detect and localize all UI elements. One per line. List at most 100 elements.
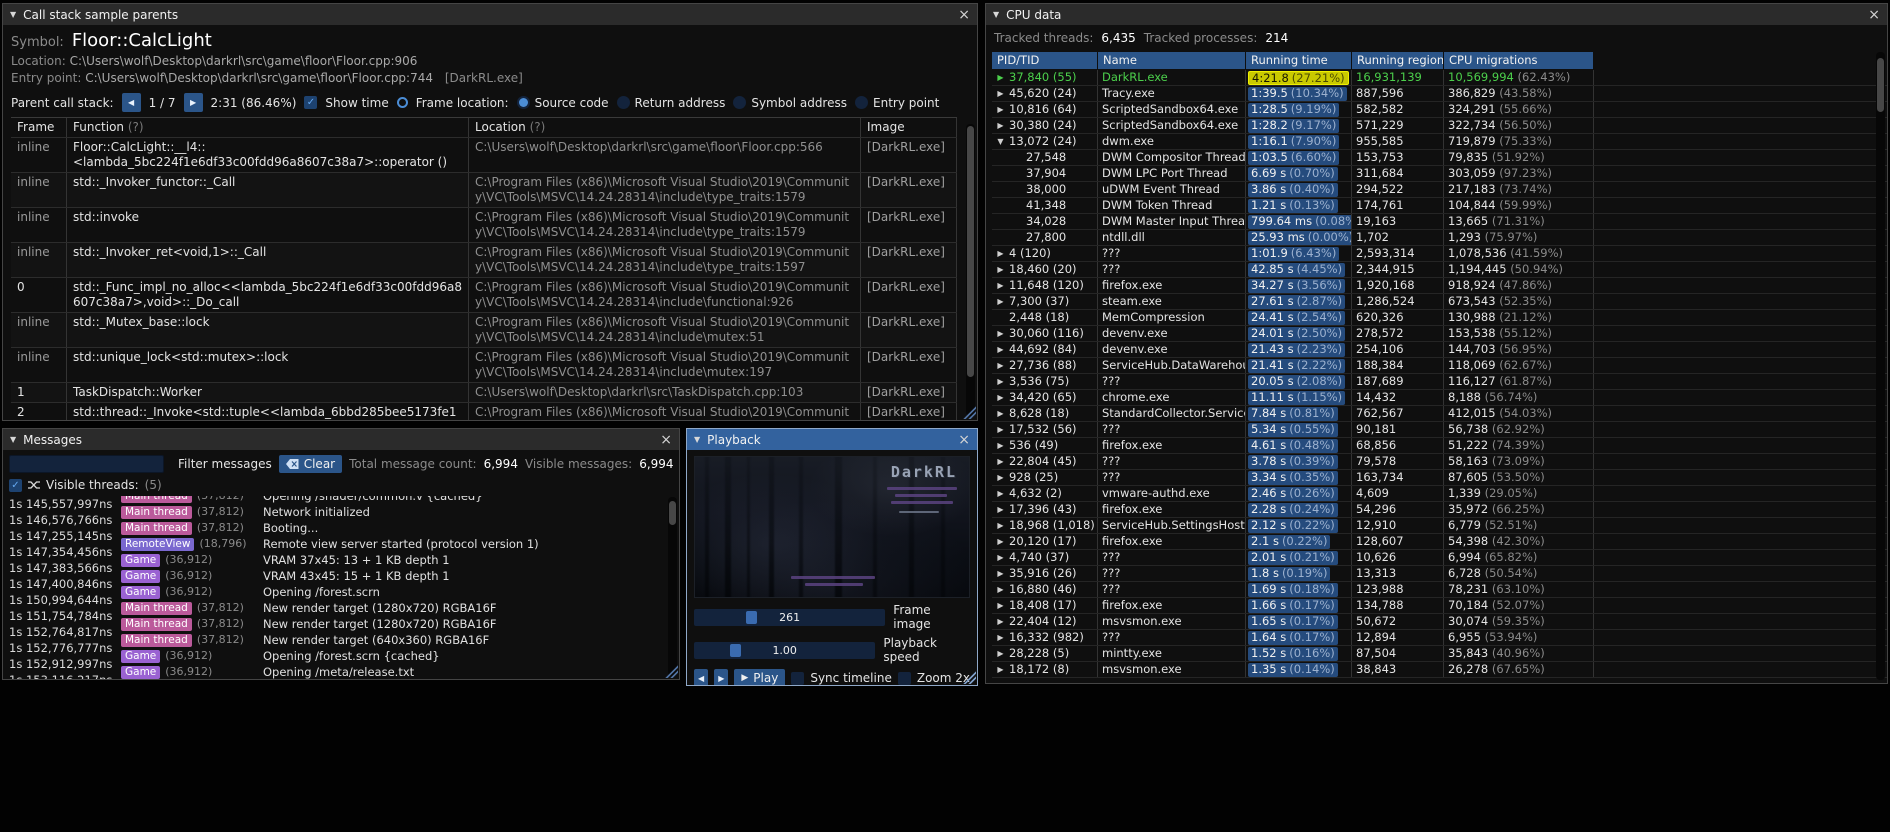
function-cell[interactable]: std::unique_lock<std::mutex>::lock [67, 348, 469, 382]
expand-icon[interactable]: ▶ [995, 646, 1006, 661]
sync-timeline-checkbox[interactable] [791, 671, 805, 685]
playback-speed-slider[interactable]: 1.00 [694, 641, 876, 659]
callstack-scrollbar[interactable] [966, 124, 975, 416]
messages-scrollbar[interactable] [668, 497, 677, 676]
column-header-running-time[interactable]: Running time [1246, 51, 1351, 69]
close-icon[interactable]: × [1868, 8, 1880, 22]
expand-icon[interactable]: ▶ [995, 598, 1006, 613]
resize-grip[interactable] [665, 665, 678, 678]
cpu-row[interactable]: 27,800 ntdll.dll 25.93 ms (0.00%) 1,702 1… [992, 230, 1887, 246]
function-cell[interactable]: std::thread::_Invoke<std::tuple<<lambda_… [67, 403, 469, 420]
expand-icon[interactable]: ▶ [995, 342, 1006, 357]
cpu-row[interactable]: ▶ 35,916 (26) ??? 1.8 s (0.19%) 13,313 6,… [992, 566, 1887, 582]
playback-titlebar[interactable]: ▼ Playback × [687, 429, 977, 450]
cpu-row[interactable]: ▶ 28,228 (5) mintty.exe 1.52 s (0.16%) 87… [992, 646, 1887, 662]
collapse-icon[interactable]: ▼ [10, 435, 16, 444]
scrollbar-thumb[interactable] [1877, 58, 1884, 112]
zoom-2x-checkbox[interactable] [897, 671, 911, 685]
cpu-titlebar[interactable]: ▼ CPU data × [986, 4, 1887, 25]
cpu-row[interactable]: ▶ 27,736 (88) ServiceHub.DataWarehouse 2… [992, 358, 1887, 374]
function-cell[interactable]: std::_Mutex_base::lock [67, 313, 469, 347]
cpu-row[interactable]: ▶ 30,060 (116) devenv.exe 24.01 s (2.50%)… [992, 326, 1887, 342]
expand-icon[interactable]: ▶ [995, 486, 1006, 501]
cpu-row[interactable]: ▶ 18,408 (17) firefox.exe 1.66 s (0.17%) … [992, 598, 1887, 614]
expand-icon[interactable]: ▶ [995, 406, 1006, 421]
cpu-row[interactable]: ▶ 4,740 (37) ??? 2.01 s (0.21%) 10,626 6,… [992, 550, 1887, 566]
column-header-name[interactable]: Name [1098, 51, 1245, 69]
function-cell[interactable]: TaskDispatch::Worker [67, 383, 469, 402]
collapse-icon[interactable]: ▼ [10, 10, 16, 19]
expand-icon[interactable]: ▶ [995, 614, 1006, 629]
expand-icon[interactable]: ▶ [995, 246, 1006, 261]
cpu-row[interactable]: ▶ 3,536 (75) ??? 20.05 s (2.08%) 187,689 … [992, 374, 1887, 390]
frame-location-option[interactable]: Entry point [855, 96, 939, 110]
cpu-row[interactable]: 2,448 (18) MemCompression 24.41 s (2.54%)… [992, 310, 1887, 326]
cpu-row[interactable]: 38,000 uDWM Event Thread 3.86 s (0.40%) 2… [992, 182, 1887, 198]
cpu-row[interactable]: 34,028 DWM Master Input Thread 799.64 ms… [992, 214, 1887, 230]
cpu-row[interactable]: 27,548 DWM Compositor Thread 1:03.5 (6.60… [992, 150, 1887, 166]
callstack-row[interactable]: inline std::invoke C:\Program Files (x86… [11, 208, 957, 243]
callstack-row[interactable]: inline std::_Invoker_ret<void,1>::_Call … [11, 243, 957, 278]
scrollbar-thumb[interactable] [967, 126, 974, 378]
cpu-row[interactable]: ▶ 37,840 (55) DarkRL.exe 4:21.8 (27.21%) … [992, 70, 1887, 86]
prev-parent-button[interactable]: ◀ [121, 93, 141, 112]
expand-icon[interactable]: ▶ [995, 662, 1006, 677]
expand-icon[interactable]: ▶ [995, 550, 1006, 565]
expand-icon[interactable]: ▶ [995, 422, 1006, 437]
cpu-row[interactable]: ▼ 13,072 (24) dwm.exe 1:16.1 (7.90%) 955,… [992, 134, 1887, 150]
column-header-function[interactable]: Function (?) [67, 118, 469, 137]
expand-icon[interactable]: ▶ [995, 118, 1006, 133]
cpu-row[interactable]: ▶ 17,396 (43) firefox.exe 2.28 s (0.24%) … [992, 502, 1887, 518]
cpu-row[interactable]: ▶ 18,460 (20) ??? 42.85 s (4.45%) 2,344,9… [992, 262, 1887, 278]
cpu-row[interactable]: ▶ 17,532 (56) ??? 5.34 s (0.55%) 90,181 5… [992, 422, 1887, 438]
function-cell[interactable]: Floor::CalcLight::__l4::<lambda_5bc224f1… [67, 138, 469, 172]
cpu-scrollbar[interactable] [1876, 52, 1885, 680]
expand-icon[interactable]: ▶ [995, 374, 1006, 389]
expand-icon[interactable]: ▶ [995, 454, 1006, 469]
message-filter-input[interactable] [9, 454, 164, 473]
radio-icon[interactable] [733, 96, 747, 109]
callstack-row[interactable]: inline Floor::CalcLight::__l4::<lambda_5… [11, 138, 957, 173]
expand-icon[interactable]: ▶ [995, 86, 1006, 101]
column-header-pid[interactable]: PID/TID [992, 51, 1097, 69]
clear-button[interactable]: Clear [278, 454, 343, 473]
cpu-row[interactable]: ▶ 536 (49) firefox.exe 4.61 s (0.48%) 68,… [992, 438, 1887, 454]
cpu-row[interactable]: 37,904 DWM LPC Port Thread 6.69 s (0.70%)… [992, 166, 1887, 182]
expand-icon[interactable]: ▶ [995, 294, 1006, 309]
column-header-running-regions[interactable]: Running regions [1352, 51, 1443, 69]
frame-slider[interactable]: 261 [694, 608, 886, 626]
expand-icon[interactable]: ▶ [995, 102, 1006, 117]
cpu-row[interactable]: 41,348 DWM Token Thread 1.21 s (0.13%) 17… [992, 198, 1887, 214]
function-cell[interactable]: std::invoke [67, 208, 469, 242]
cpu-row[interactable]: ▶ 928 (25) ??? 3.34 s (0.35%) 163,734 87,… [992, 470, 1887, 486]
expand-icon[interactable]: ▶ [995, 630, 1006, 645]
expand-icon[interactable]: ▶ [995, 502, 1006, 517]
cpu-row[interactable]: ▶ 22,404 (12) msvsmon.exe 1.65 s (0.17%) … [992, 614, 1887, 630]
frame-location-option[interactable]: Return address [616, 96, 725, 110]
function-cell[interactable]: std::_Invoker_functor::_Call [67, 173, 469, 207]
close-icon[interactable]: × [958, 433, 970, 447]
collapse-icon[interactable]: ▼ [993, 10, 999, 19]
callstack-titlebar[interactable]: ▼ Call stack sample parents × [3, 4, 977, 25]
expand-icon[interactable]: ▶ [995, 518, 1006, 533]
cpu-row[interactable]: ▶ 18,172 (8) msvsmon.exe 1.35 s (0.14%) 3… [992, 662, 1887, 678]
cpu-row[interactable]: ▶ 4 (120) ??? 1:01.9 (6.43%) 2,593,314 1,… [992, 246, 1887, 262]
collapse-icon[interactable]: ▼ [694, 435, 700, 444]
function-cell[interactable]: std::_Func_impl_no_alloc<<lambda_5bc224f… [67, 278, 469, 312]
previous-frame-button[interactable]: ◀ [694, 669, 709, 685]
scrollbar-thumb[interactable] [669, 501, 676, 525]
callstack-row[interactable]: inline std::_Invoker_functor::_Call C:\P… [11, 173, 957, 208]
column-header-location[interactable]: Location (?) [469, 118, 861, 137]
cpu-row[interactable]: ▶ 10,816 (64) ScriptedSandbox64.exe 1:28… [992, 102, 1887, 118]
column-header-cpu-migrations[interactable]: CPU migrations [1444, 51, 1593, 69]
column-header-image[interactable]: Image [861, 118, 957, 137]
radio-icon[interactable] [855, 96, 868, 109]
expand-icon[interactable]: ▶ [995, 566, 1006, 581]
close-icon[interactable]: × [660, 433, 672, 447]
cpu-row[interactable]: ▶ 18,968 (1,018) ServiceHub.SettingsHost… [992, 518, 1887, 534]
cpu-row[interactable]: ▶ 44,692 (84) devenv.exe 21.43 s (2.23%) … [992, 342, 1887, 358]
column-header-frame[interactable]: Frame [11, 118, 67, 137]
expand-icon[interactable]: ▶ [995, 278, 1006, 293]
cpu-row[interactable]: ▶ 4,632 (2) vmware-authd.exe 2.46 s (0.26… [992, 486, 1887, 502]
callstack-row[interactable]: 1 TaskDispatch::Worker C:\Users\wolf\Des… [11, 383, 957, 403]
